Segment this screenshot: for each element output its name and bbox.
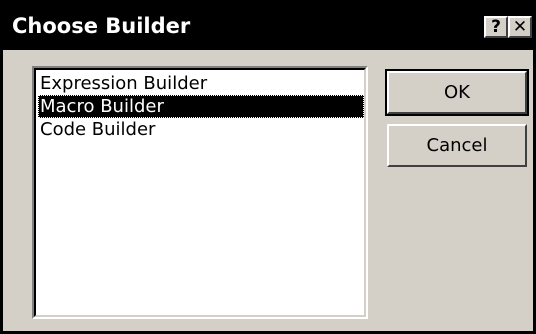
cancel-button[interactable]: Cancel (387, 124, 527, 167)
title-bar[interactable]: Choose Builder ? ✕ (3, 3, 533, 50)
list-item-macro-builder[interactable]: Macro Builder (38, 95, 364, 118)
dialog-title: Choose Builder (12, 14, 191, 38)
builder-listbox[interactable]: Expression Builder Macro Builder Code Bu… (32, 66, 368, 319)
list-item-expression-builder[interactable]: Expression Builder (38, 72, 364, 95)
close-icon: ✕ (512, 17, 528, 37)
close-button[interactable]: ✕ (508, 16, 532, 38)
listbox-inner-border: Expression Builder Macro Builder Code Bu… (34, 68, 366, 317)
choose-builder-dialog: Choose Builder ? ✕ Expression Builder Ma… (0, 0, 536, 334)
list-item-code-builder[interactable]: Code Builder (38, 118, 364, 141)
question-mark-icon: ? (491, 17, 501, 37)
ok-button[interactable]: OK (385, 69, 529, 116)
help-button[interactable]: ? (484, 16, 508, 38)
